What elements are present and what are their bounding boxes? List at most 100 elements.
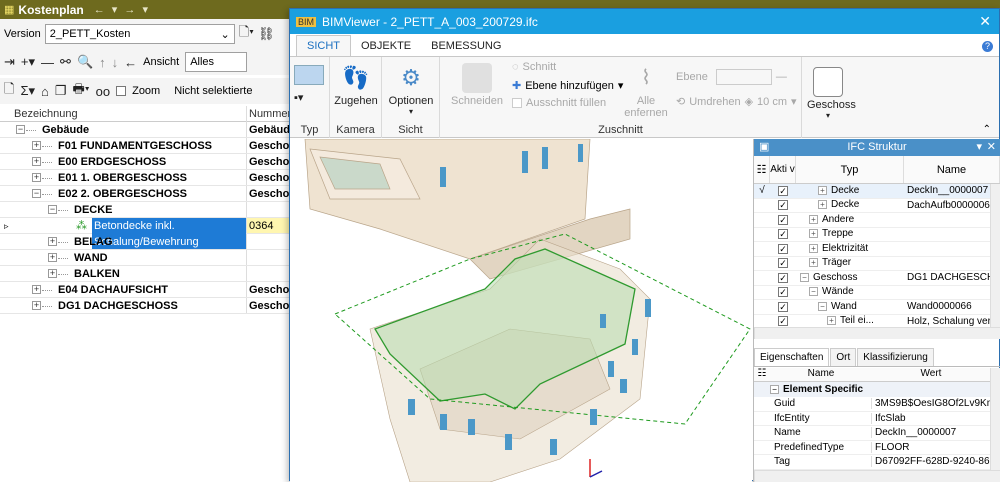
ifc-row[interactable]: ✓ + Elektrizität (754, 242, 990, 257)
hierarchy-icon[interactable]: ⛓ (258, 26, 275, 42)
optionen-button[interactable]: ⚙ Optionen ▾ (388, 63, 434, 116)
col-bezeichnung[interactable]: Bezeichnung (0, 106, 247, 122)
active-checkbox[interactable]: ✓ (778, 287, 788, 298)
prop-row[interactable]: Tag D67092FF-628D-9240-86 (754, 455, 990, 470)
tree-row[interactable]: + F01 FUNDAMENTGESCHOSS Geschoß (0, 138, 300, 154)
tree-row[interactable]: ⁂ Betondecke inkl. Schalung/Bewehrung ▹ 036… (0, 218, 300, 250)
expand-toggle-icon[interactable]: + (32, 141, 41, 150)
prop-row[interactable]: IfcEntity IfcSlab (754, 412, 990, 426)
geschoss-button[interactable]: Geschoss ▾ (807, 67, 856, 120)
active-checkbox[interactable]: ✓ (778, 272, 788, 283)
prop-row[interactable]: Guid 3MS9B$OesIG8Of2Lv9Km (754, 397, 990, 412)
zugehen-button[interactable]: 👣 Zugehen (334, 63, 378, 107)
ifc-hscrollbar[interactable] (754, 327, 1000, 339)
tab-bemessung[interactable]: BEMESSUNG (421, 36, 511, 56)
col-typ[interactable]: Typ (796, 156, 904, 183)
prop-group-row[interactable]: − Element Specific (754, 382, 990, 397)
3d-viewport[interactable] (290, 139, 752, 482)
tree-row[interactable]: + BELAG (0, 234, 300, 250)
expand-toggle-icon[interactable]: + (48, 269, 57, 278)
ifc-row[interactable]: ✓ − Wand Wand0000066 (754, 300, 990, 315)
close-icon[interactable]: ✕ (987, 139, 996, 156)
expand-toggle-icon[interactable]: + (32, 285, 41, 294)
expand-toggle-icon[interactable]: − (818, 301, 827, 311)
ausschnitt-checkbox[interactable]: Ausschnitt füllen (512, 97, 606, 109)
tree-row[interactable]: + E00 ERDGESCHOSS Geschoß (0, 154, 300, 170)
expand-toggle-icon[interactable]: + (32, 173, 41, 182)
expand-toggle-icon[interactable]: + (48, 237, 57, 246)
ansicht-select[interactable]: Alles (185, 52, 248, 72)
active-checkbox[interactable]: ✓ (778, 229, 788, 240)
expand-toggle-icon[interactable]: − (800, 272, 809, 282)
dropdown-icon[interactable]: ▾ (976, 139, 982, 156)
expand-toggle-icon[interactable]: + (809, 229, 818, 239)
col-name[interactable]: Name (904, 156, 1000, 183)
schnitt-button[interactable]: ◌ Schnitt (512, 61, 556, 73)
tag-icon[interactable]: ⌂ (41, 84, 49, 99)
expand-toggle-icon[interactable]: + (48, 253, 57, 262)
ifc-row[interactable]: √ ✓ + Decke DeckIn__0000007 (754, 184, 990, 199)
active-checkbox[interactable]: ✓ (778, 258, 788, 269)
arrow-left-icon[interactable]: ← (124, 55, 137, 70)
active-checkbox[interactable]: ✓ (778, 301, 788, 312)
expand-toggle-icon[interactable]: + (32, 301, 41, 310)
expand-toggle-icon[interactable]: − (16, 125, 25, 134)
panel-menu-icon[interactable]: ▣ (759, 139, 769, 156)
tree-row[interactable]: − E02 2. OBERGESCHOSS Geschoß (0, 186, 300, 202)
zoom-checkbox[interactable] (116, 86, 127, 96)
tree-row[interactable]: + E04 DACHAUFSICHT Geschoß (0, 282, 300, 298)
nav-arrows-icon[interactable]: ← ▾ → ▾ (94, 3, 150, 16)
insert-icon[interactable]: ⇥ (4, 54, 15, 70)
cube-small-icon[interactable]: ▪▾ (294, 91, 303, 104)
ifc-row[interactable]: ✓−GeschossDG1 DACHGESCHOSS (754, 271, 990, 286)
expand-toggle-icon[interactable]: − (809, 287, 818, 297)
prop-hscrollbar[interactable] (754, 470, 1000, 482)
tree-row[interactable]: − Gebäude Gebäude (0, 122, 300, 138)
tab-ort[interactable]: Ort (830, 348, 857, 366)
expand-toggle-icon[interactable]: + (809, 243, 818, 253)
active-checkbox[interactable]: ✓ (778, 200, 788, 211)
expand-toggle-icon[interactable]: + (827, 316, 836, 326)
expand-toggle-icon[interactable]: + (809, 214, 818, 224)
new-doc-icon[interactable]: 🗋▾ (239, 23, 254, 45)
table-options-icon[interactable]: ☷ (754, 368, 770, 381)
alle-entfernen-button[interactable]: ⌇ Alle enfernen (624, 63, 668, 119)
active-checkbox[interactable]: ✓ (778, 214, 788, 225)
ifc-row[interactable]: ✓ + Andere (754, 213, 990, 228)
structure-icon[interactable]: ⚯ (60, 54, 71, 70)
arrow-down-icon[interactable]: ↓ (112, 55, 119, 70)
active-checkbox[interactable]: ✓ (778, 185, 788, 196)
tab-klassifizierung[interactable]: Klassifizierung (857, 348, 934, 366)
col-akti[interactable]: Akti v (770, 156, 796, 183)
expand-toggle-icon[interactable]: + (818, 185, 827, 195)
schneiden-button[interactable]: Schneiden (448, 63, 506, 107)
tree-row[interactable]: + E01 1. OBERGESCHOSS Geschoß (0, 170, 300, 186)
version-select[interactable]: 2_PETT_Kosten ⌄ (44, 24, 235, 44)
ebene-field[interactable]: Ebene — (676, 69, 787, 85)
tree-row[interactable]: + WAND (0, 250, 300, 266)
expand-toggle-icon[interactable]: − (48, 205, 57, 214)
arrow-up-icon[interactable]: ↑ (99, 55, 106, 70)
tree-row[interactable]: + DG1 DACHGESCHOSS Geschoß (0, 298, 300, 314)
copy-icon[interactable]: ❐ (55, 83, 67, 99)
add-icon[interactable]: +▾ (21, 54, 35, 70)
remove-icon[interactable]: — (41, 55, 54, 70)
tree-row[interactable]: − DECKE (0, 202, 300, 218)
active-checkbox[interactable]: ✓ (778, 243, 788, 254)
tab-eigenschaften[interactable]: Eigenschaften (754, 348, 830, 366)
tab-objekte[interactable]: OBJEKTE (351, 36, 421, 56)
ifc-scrollbar[interactable] (990, 184, 1000, 327)
ebene-hinzu-button[interactable]: ✚ Ebene hinzufügen ▾ (512, 79, 623, 93)
umdrehen-row[interactable]: ⟲ Umdrehen ◈ 10 cm ▾ (676, 95, 797, 109)
prop-scrollbar[interactable] (990, 368, 1000, 470)
ifc-row[interactable]: ✓ + Treppe (754, 228, 990, 242)
prop-row[interactable]: PredefinedType FLOOR (754, 441, 990, 455)
tab-sicht[interactable]: SICHT (296, 35, 351, 56)
tree-row[interactable]: + BALKEN (0, 266, 300, 282)
collapse-icon[interactable]: − (770, 385, 779, 394)
prop-row[interactable]: Name DeckIn__0000007 (754, 426, 990, 441)
close-icon[interactable]: ✕ (979, 13, 991, 30)
table-options-icon[interactable]: ☷ (754, 156, 770, 183)
expand-toggle-icon[interactable]: + (809, 258, 818, 268)
ifc-row[interactable]: ✓ − Wände (754, 286, 990, 300)
